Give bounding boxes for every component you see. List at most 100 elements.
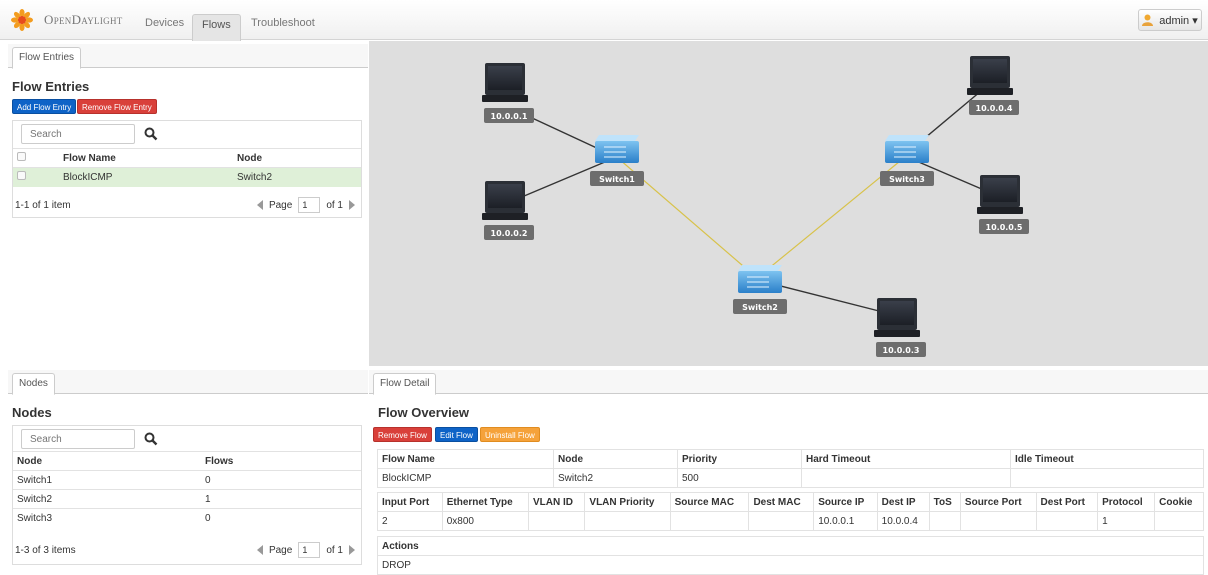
table-row[interactable]: Switch3 0 (13, 508, 361, 528)
page-number-input[interactable] (298, 542, 321, 558)
node-cell: Switch2 (233, 167, 361, 187)
next-page-icon[interactable] (349, 200, 355, 210)
switch-node-switch3[interactable]: Switch3 (880, 135, 934, 186)
header-dest-ip: Dest IP (876, 492, 930, 512)
header-priority: Priority (677, 449, 802, 469)
next-page-icon[interactable] (349, 545, 355, 555)
host-label: 10.0.0.2 (491, 229, 528, 238)
nodes-table: Node Flows Switch1 0 Switch2 1 Switch3 0 (13, 451, 361, 528)
tab-nodes[interactable]: Nodes (12, 373, 55, 395)
table-row[interactable]: BlockICMP Switch2 (13, 167, 361, 187)
nav-tab-devices[interactable]: Devices (145, 17, 184, 29)
value-dest-mac (748, 511, 815, 531)
remove-flow-button[interactable]: Remove Flow (373, 427, 432, 442)
remove-flow-entry-button[interactable]: Remove Flow Entry (77, 99, 157, 114)
host-keyboard (874, 330, 920, 337)
header-protocol: Protocol (1097, 492, 1156, 512)
table-row[interactable]: Switch1 0 (13, 470, 361, 490)
page-label: Page (268, 544, 293, 556)
row-select-cell (13, 167, 59, 187)
switch-node-switch2[interactable]: Switch2 (733, 265, 787, 314)
page-total: of 1 (326, 199, 343, 211)
flows-cell: 0 (201, 508, 361, 528)
header-tos: ToS (928, 492, 961, 512)
header-ethernet-type: Ethernet Type (441, 492, 530, 512)
uninstall-flow-button[interactable]: Uninstall Flow (480, 427, 540, 442)
column-header-node[interactable]: Node (233, 148, 361, 168)
value-cookie (1154, 511, 1204, 531)
header-idle-timeout: Idle Timeout (1010, 449, 1204, 469)
search-icon[interactable] (144, 127, 158, 141)
search-icon[interactable] (144, 432, 158, 446)
tab-flow-entries[interactable]: Flow Entries (12, 47, 82, 69)
host-node-10-0-0-3[interactable]: 10.0.0.3 (874, 298, 926, 357)
brand-name: OpenDaylight (44, 12, 123, 27)
header-dest-mac: Dest MAC (748, 492, 815, 512)
host-screen (983, 178, 1017, 202)
host-node-10-0-0-5[interactable]: 10.0.0.5 (977, 175, 1029, 234)
flow-name-cell: BlockICMP (59, 167, 233, 187)
flow-detail-panel: Flow Detail Flow Overview Remove Flow Ed… (369, 370, 1208, 575)
topology-canvas[interactable]: 10.0.0.1 10.0.0.2 10.0.0.3 10.0.0.4 10.0… (369, 41, 1208, 366)
host-label: 10.0.0.1 (491, 112, 528, 121)
column-header-node[interactable]: Node (13, 451, 201, 471)
host-node-10-0-0-2[interactable]: 10.0.0.2 (482, 181, 534, 240)
value-source-port (959, 511, 1037, 531)
flow-overview-title: Flow Overview (378, 405, 470, 420)
topology-graph[interactable]: 10.0.0.1 10.0.0.2 10.0.0.3 10.0.0.4 10.0… (369, 41, 1208, 366)
nodes-grid: Node Flows Switch1 0 Switch2 1 Switch3 0… (12, 425, 362, 565)
header-cookie: Cookie (1154, 492, 1204, 512)
value-vlan-id (527, 511, 586, 531)
pager-summary: 1-3 of 3 items (15, 544, 76, 556)
table-header-row: Node Flows (13, 451, 361, 471)
host-screen (973, 59, 1007, 83)
value-dest-ip: 10.0.0.4 (876, 511, 930, 531)
nodes-tab-strip: Nodes (8, 370, 368, 395)
add-flow-entry-button[interactable]: Add Flow Entry (12, 99, 77, 114)
switch-icon (595, 135, 639, 141)
flow-search-input[interactable] (21, 124, 135, 144)
header-flow-name: Flow Name (377, 449, 554, 469)
user-menu-button[interactable]: admin ▾ (1138, 9, 1202, 31)
page-label: Page (268, 199, 293, 211)
value-hard-timeout (801, 468, 1011, 488)
host-label: 10.0.0.5 (986, 223, 1023, 232)
switch-icon (885, 135, 929, 141)
brand[interactable]: OpenDaylight (10, 8, 123, 32)
select-all-checkbox[interactable] (17, 152, 26, 161)
nav-tab-flows[interactable]: Flows (192, 14, 241, 41)
nodes-search-input[interactable] (21, 429, 135, 449)
column-header-flow-name[interactable]: Flow Name (59, 148, 233, 168)
top-navbar: OpenDaylight Devices Flows Troubleshoot … (0, 0, 1208, 41)
row-checkbox[interactable] (17, 171, 26, 181)
host-keyboard (967, 88, 1013, 95)
value-dest-port (1035, 511, 1099, 531)
flow-summary-table: Flow Name Node Priority Hard Timeout Idl… (377, 449, 1204, 488)
switch-icon (738, 265, 782, 271)
value-tos (928, 511, 961, 531)
page-number-input[interactable] (298, 197, 321, 213)
host-label: 10.0.0.3 (883, 346, 920, 355)
host-keyboard (482, 95, 528, 102)
header-actions: Actions (377, 536, 1204, 556)
host-screen (488, 66, 522, 90)
value-idle-timeout (1010, 468, 1204, 488)
host-node-10-0-0-1[interactable]: 10.0.0.1 (482, 63, 534, 123)
prev-page-icon[interactable] (256, 200, 263, 210)
column-header-flows[interactable]: Flows (201, 451, 361, 471)
host-screen (488, 184, 522, 208)
table-row[interactable]: Switch2 1 (13, 489, 361, 509)
host-node-10-0-0-4[interactable]: 10.0.0.4 (967, 56, 1019, 115)
user-menu-label: admin ▾ (1159, 14, 1198, 27)
switch-node-switch1[interactable]: Switch1 (590, 135, 644, 186)
prev-page-icon[interactable] (256, 545, 263, 555)
edit-flow-button[interactable]: Edit Flow (435, 427, 478, 442)
header-input-port: Input Port (377, 492, 443, 512)
tab-flow-detail[interactable]: Flow Detail (373, 373, 437, 395)
value-priority: 500 (677, 468, 802, 488)
flow-entries-tab-strip: Flow Entries (8, 44, 368, 69)
nav-tab-troubleshoot[interactable]: Troubleshoot (251, 17, 315, 29)
value-protocol: 1 (1097, 511, 1156, 531)
host-keyboard (482, 213, 528, 220)
header-source-port: Source Port (959, 492, 1037, 512)
